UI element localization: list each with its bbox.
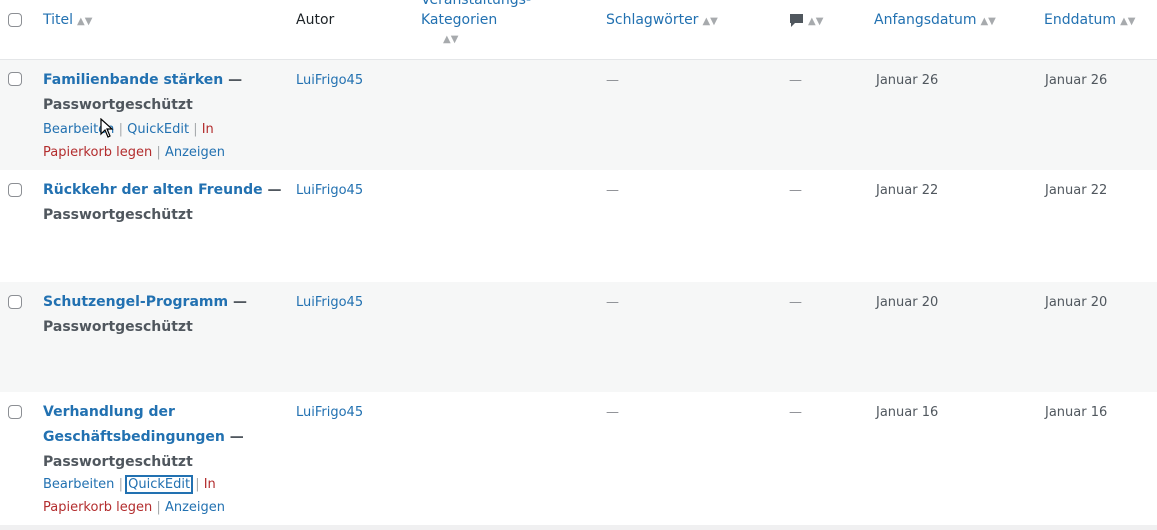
tags-cell: — — [606, 405, 619, 420]
column-startdate-label[interactable]: Anfangsdatum — [874, 12, 976, 28]
column-comments-sort[interactable]: ▲▼ — [789, 10, 823, 32]
view-link[interactable]: Anzeigen — [165, 500, 225, 515]
sort-arrows-icon: ▲▼ — [443, 34, 459, 45]
quickedit-link[interactable]: QuickEdit — [127, 122, 189, 137]
title-dash: — — [224, 429, 244, 445]
trash-link-1[interactable]: In — [202, 122, 214, 137]
comments-cell: — — [789, 73, 802, 88]
author-link[interactable]: LuiFrigo45 — [296, 295, 363, 310]
end-date-cell: Januar 20 — [1045, 295, 1108, 310]
column-tags-sort[interactable]: Schlagwörter ▲▼ — [606, 10, 718, 32]
table-row: Rückkehr der alten Freunde — Passwortges… — [0, 170, 1157, 282]
tags-cell: — — [606, 295, 619, 310]
separator: | — [156, 145, 161, 160]
post-title-link[interactable]: Schutzengel-Programm — [43, 294, 228, 310]
title-dash: — — [262, 182, 282, 198]
table-row: Verhandlung der Geschäftsbedingungen — P… — [0, 392, 1157, 525]
author-link[interactable]: LuiFrigo45 — [296, 183, 363, 198]
column-categories-sort[interactable]: Veranstaltungs- Kategorien ▲▼ — [421, 0, 561, 50]
start-date-cell: Januar 16 — [876, 405, 939, 420]
column-enddate-sort[interactable]: Enddatum ▲▼ — [1044, 10, 1135, 32]
row-title: Rückkehr der alten Freunde — Passwortges… — [43, 178, 293, 228]
comments-cell: — — [789, 295, 802, 310]
separator: | — [118, 122, 123, 137]
post-state: Passwortgeschützt — [43, 454, 193, 470]
post-state: Passwortgeschützt — [43, 319, 193, 335]
comments-cell: — — [789, 183, 802, 198]
column-categories-label-2[interactable]: Kategorien — [421, 10, 561, 30]
trash-link-1[interactable]: In — [204, 477, 216, 492]
column-title-sort[interactable]: Titel ▲▼ — [43, 10, 92, 32]
row-title: Schutzengel-Programm — Passwortgeschützt — [43, 290, 283, 340]
post-title-link-1[interactable]: Verhandlung der — [43, 404, 175, 420]
separator: | — [156, 500, 161, 515]
row-actions: Bearbeiten | QuickEdit | In Papierkorb l… — [43, 473, 243, 519]
start-date-cell: Januar 26 — [876, 73, 939, 88]
view-link[interactable]: Anzeigen — [165, 145, 225, 160]
sort-arrows-icon: ▲▼ — [77, 16, 93, 27]
table-row: Familienbande stärken — Passwortgeschütz… — [0, 60, 1157, 170]
row-title: Familienbande stärken — Passwortgeschütz… — [43, 68, 283, 118]
comments-cell: — — [789, 405, 802, 420]
sort-arrows-icon: ▲▼ — [808, 16, 824, 27]
title-dash: — — [228, 294, 247, 310]
column-categories-label-1[interactable]: Veranstaltungs- — [421, 0, 561, 10]
post-title-link[interactable]: Rückkehr der alten Freunde — [43, 182, 263, 198]
end-date-cell: Januar 16 — [1045, 405, 1108, 420]
row-checkbox[interactable] — [8, 183, 22, 197]
sort-arrows-icon: ▲▼ — [980, 16, 996, 27]
column-title-label[interactable]: Titel — [43, 12, 73, 28]
post-title-link-2[interactable]: Geschäftsbedingungen — [43, 429, 225, 445]
title-dash: — — [223, 72, 243, 88]
select-all-checkbox[interactable] — [8, 13, 22, 27]
table-row: Schutzengel-Programm — Passwortgeschützt… — [0, 282, 1157, 392]
comment-bubble-icon — [790, 13, 803, 27]
start-date-cell: Januar 22 — [876, 183, 939, 198]
sort-arrows-icon: ▲▼ — [702, 16, 718, 27]
row-title: Verhandlung der Geschäftsbedingungen — P… — [43, 400, 283, 475]
row-checkbox[interactable] — [8, 405, 22, 419]
author-link[interactable]: LuiFrigo45 — [296, 73, 363, 88]
end-date-cell: Januar 26 — [1045, 73, 1108, 88]
author-link[interactable]: LuiFrigo45 — [296, 405, 363, 420]
edit-link[interactable]: Bearbeiten — [43, 477, 114, 492]
tags-cell: — — [606, 183, 619, 198]
column-author-label: Autor — [296, 12, 335, 28]
row-actions: Bearbeiten | QuickEdit | In Papierkorb l… — [43, 118, 243, 164]
post-state: Passwortgeschützt — [43, 207, 193, 223]
column-tags-label[interactable]: Schlagwörter — [606, 12, 698, 28]
post-state: Passwortgeschützt — [43, 97, 193, 113]
column-author: Autor — [296, 10, 334, 30]
mouse-cursor-icon — [100, 118, 114, 138]
separator: | — [193, 122, 198, 137]
separator: | — [195, 477, 200, 492]
table-header: Titel ▲▼ Autor Veranstaltungs- Kategorien… — [0, 0, 1157, 60]
separator: | — [118, 477, 123, 492]
row-checkbox[interactable] — [8, 295, 22, 309]
sort-arrows-icon: ▲▼ — [1120, 16, 1136, 27]
start-date-cell: Januar 20 — [876, 295, 939, 310]
column-startdate-sort[interactable]: Anfangsdatum ▲▼ — [874, 10, 996, 32]
end-date-cell: Januar 22 — [1045, 183, 1108, 198]
trash-link-2[interactable]: Papierkorb legen — [43, 500, 152, 515]
table-footer-edge — [0, 525, 1157, 530]
quickedit-link[interactable]: QuickEdit — [125, 475, 194, 494]
column-enddate-label[interactable]: Enddatum — [1044, 12, 1116, 28]
trash-link-2[interactable]: Papierkorb legen — [43, 145, 152, 160]
tags-cell: — — [606, 73, 619, 88]
post-title-link[interactable]: Familienbande stärken — [43, 72, 223, 88]
row-checkbox[interactable] — [8, 72, 22, 86]
